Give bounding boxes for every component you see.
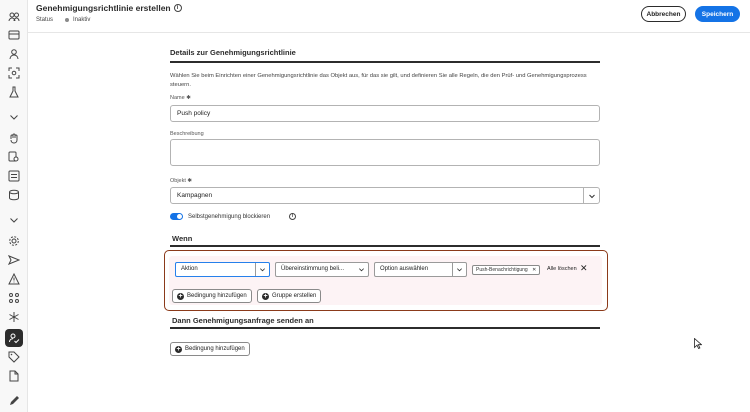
selected-tag: Push-Benachrichtigung ✕ [472,265,541,275]
wenn-section-title: Wenn [172,234,193,243]
objekt-value: Kampagnen [177,192,213,199]
status-value: Inaktiv [73,17,91,23]
block-self-approval-row: Selbstgenehmigung blockieren i [170,213,297,220]
alert-icon[interactable] [7,272,21,286]
user-check-icon[interactable] [5,329,23,347]
tag-remove-icon[interactable]: ✕ [532,267,536,273]
target-icon[interactable] [7,66,21,80]
add-circle-icon: + [262,292,269,300]
clear-all-link[interactable]: Alle löschen [547,266,577,272]
people-group-icon[interactable] [7,10,21,24]
add-condition-button[interactable]: + Bedingung hinzufügen [172,289,252,303]
name-label: Name ✱ [170,95,191,101]
chevron-down-icon[interactable] [452,263,466,276]
database-icon[interactable] [7,188,21,202]
beschreibung-label: Beschreibung [170,131,204,137]
add-circle-icon: + [177,292,184,300]
dann-add-condition-label: Bedingung hinzufügen [185,346,245,352]
chevron-down-icon[interactable] [7,213,21,227]
details-description: Wählen Sie beim Einrichten einer Genehmi… [170,73,587,88]
info-icon[interactable]: i [173,4,182,12]
details-section-title: Details zur Genehmigungsrichtlinie [170,48,296,57]
user-icon[interactable] [7,47,21,61]
block-self-approval-toggle[interactable] [170,213,183,220]
list-icon[interactable] [7,169,21,183]
info-icon[interactable]: i [289,213,297,220]
chevron-down-icon[interactable] [255,263,269,276]
left-rail [0,0,28,412]
status-row: Status Inaktiv [36,17,90,23]
tag-icon[interactable] [7,350,21,364]
field-select[interactable]: Aktion [175,262,270,277]
dann-add-condition-button[interactable]: + Bedingung hinzufügen [170,342,250,356]
send-icon[interactable] [7,253,21,267]
field-select-value: Aktion [181,266,198,272]
status-dot-icon [65,18,70,22]
mouse-cursor-icon [694,336,703,354]
dann-section-title: Dann Genehmigungsanfrage senden an [172,316,314,325]
option-select[interactable]: Option auswählen [374,262,467,277]
asterisk-icon[interactable] [7,310,21,324]
selected-tag-label: Push-Benachrichtigung [476,267,528,273]
beschreibung-field[interactable] [170,139,600,166]
status-badge: Inaktiv [59,17,90,23]
option-select-value: Option auswählen [380,266,429,272]
cancel-button[interactable]: Abbrechen [641,6,686,22]
search-doc-icon[interactable] [7,150,21,164]
objekt-label: Objekt ✱ [170,178,193,184]
close-icon[interactable]: ✕ [580,264,588,273]
status-label: Status [36,17,54,23]
page-title-text: Genehmigungsrichtlinie erstellen [36,3,171,13]
block-self-approval-label: Selbstgenehmigung blockieren [188,213,271,220]
operator-select[interactable]: Übereinstimmung beli... [275,262,369,277]
gear-icon[interactable] [7,234,21,248]
page-title: Genehmigungsrichtlinie erstellen i [36,3,182,13]
details-divider [170,61,600,63]
add-circle-icon: + [175,345,182,353]
grid-icon[interactable] [7,291,21,305]
chevron-down-icon[interactable] [354,263,368,276]
chevron-down-icon[interactable] [7,110,21,124]
operator-select-value: Übereinstimmung beli... [281,266,345,272]
create-group-button[interactable]: + Gruppe erstellen [257,289,322,303]
flask-icon[interactable] [7,85,21,99]
name-field[interactable]: Push policy [170,105,600,122]
condition-row: Aktion Übereinstimmung beli... Option au… [169,256,602,305]
cards-icon[interactable] [7,28,21,42]
create-group-label: Gruppe erstellen [272,293,317,299]
document-icon[interactable] [7,369,21,383]
chevron-down-icon[interactable] [583,188,599,203]
page-header: Genehmigungsrichtlinie erstellen i Statu… [28,0,750,33]
wenn-divider [170,245,600,247]
condition-builder: Aktion Übereinstimmung beli... Option au… [164,250,608,311]
objekt-select[interactable]: Kampagnen [170,187,600,204]
dann-divider [170,327,600,329]
add-condition-label: Bedingung hinzufügen [187,293,247,299]
save-button[interactable]: Speichern [695,6,740,22]
hand-icon[interactable] [7,131,21,145]
app-window: Genehmigungsrichtlinie erstellen i Statu… [0,0,750,412]
pencil-icon[interactable] [7,394,21,408]
